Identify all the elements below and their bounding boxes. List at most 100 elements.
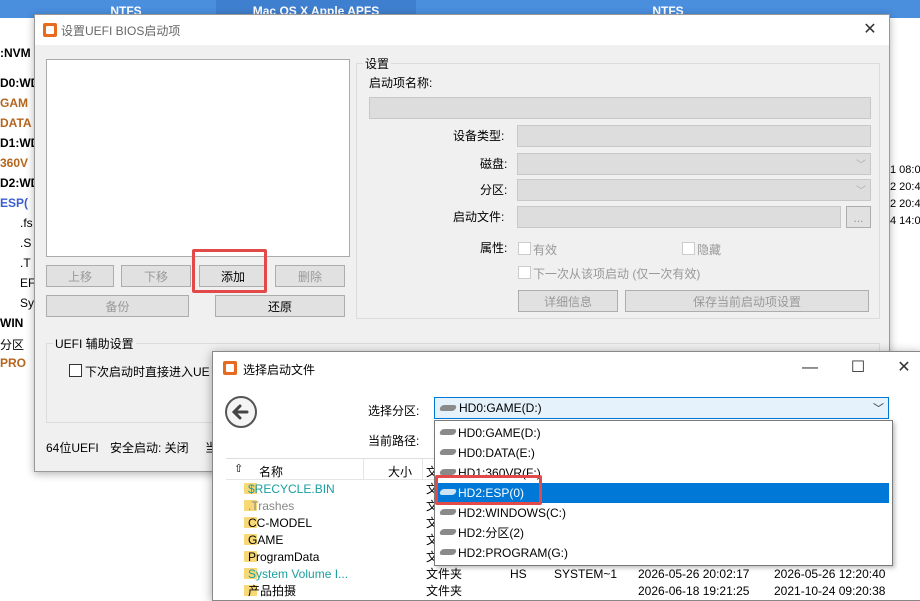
col-divider — [422, 459, 423, 479]
tree-item: 分区 — [0, 338, 25, 352]
file-type: 文件夹 — [426, 567, 463, 581]
dropdown-item[interactable]: HD0:DATA(E:) — [436, 443, 889, 463]
back-arrow-icon[interactable] — [225, 396, 257, 428]
partition-select[interactable]: ﹀ — [517, 179, 871, 201]
browse-button[interactable]: ... — [846, 206, 871, 228]
tree-item: .T — [20, 256, 31, 270]
dropdown-item-label: HD2:分区(2) — [458, 526, 525, 540]
tree-item: .fs — [20, 216, 33, 230]
next-boot-checkbox[interactable] — [518, 266, 531, 279]
dropdown-item-label: HD2:PROGRAM(G:) — [458, 546, 569, 560]
highlight-add — [192, 249, 267, 293]
col-size[interactable]: 大小 — [388, 463, 412, 480]
chevron-down-icon: ﹀ — [873, 403, 884, 415]
dropdown-item[interactable]: HD2:分区(2) — [436, 523, 889, 543]
hidden-checkbox[interactable] — [682, 242, 695, 255]
restore-button[interactable]: 还原 — [215, 295, 345, 317]
attr-label: 属性: — [480, 241, 508, 255]
partition-combobox[interactable]: HD0:GAME(D:) ﹀ — [434, 397, 889, 419]
partition-label: 分区: — [480, 183, 508, 197]
disk-label: 磁盘: — [480, 157, 508, 171]
backup-button[interactable]: 备份 — [46, 295, 189, 317]
dialog-title: 设置UEFI BIOS启动项 — [61, 24, 181, 38]
boot-name-label: 启动项名称: — [369, 76, 433, 90]
valid-label: 有效 — [533, 243, 558, 257]
tree-item: DATA — [0, 116, 32, 130]
move-up-button[interactable]: 上移 — [46, 265, 114, 287]
chevron-down-icon: ﹀ — [856, 186, 866, 197]
drive-icon — [438, 509, 458, 515]
file-modified: 2026-05-26 12:20:40 — [774, 567, 886, 581]
partition-combobox-value: HD0:GAME(D:) — [459, 401, 542, 415]
uefi-direct-checkbox[interactable] — [69, 364, 82, 377]
boot-file-input[interactable] — [517, 206, 841, 228]
current-path-label: 当前路径: — [368, 434, 420, 448]
tree-item: ESP( — [0, 196, 29, 210]
dialog-titlebar: 设置UEFI BIOS启动项 ✕ — [35, 15, 889, 45]
file-row[interactable]: 产品拍摄 文件夹 2026-06-18 19:21:25 2021-10-24 09:… — [226, 583, 920, 600]
dialog-title: 选择启动文件 — [243, 363, 316, 377]
close-icon[interactable]: ✕ — [893, 357, 915, 379]
dropdown-item[interactable]: HD2:PROGRAM(G:) — [436, 543, 889, 563]
drive-icon — [438, 549, 458, 555]
drive-icon — [438, 405, 458, 411]
tree-item: :NVM — [0, 46, 31, 60]
drive-icon — [438, 429, 458, 435]
dropdown-item-label: HD0:GAME(D:) — [458, 426, 541, 440]
sort-up-icon: ⇧ — [234, 463, 244, 475]
file-name: GAME — [248, 533, 284, 547]
settings-label: 设置 — [363, 55, 392, 72]
file-name: CC-MODEL — [248, 516, 313, 530]
tree-item: Sy — [20, 296, 35, 310]
move-down-button[interactable]: 下移 — [121, 265, 191, 287]
maximize-icon[interactable]: ☐ — [847, 357, 869, 379]
boot-name-input[interactable] — [369, 97, 871, 119]
tree-item: .S — [20, 236, 32, 250]
status-secure-boot: 安全启动: 关闭 — [110, 441, 189, 455]
valid-checkbox[interactable] — [518, 242, 531, 255]
dropdown-item-label: HD2:WINDOWS(C:) — [458, 506, 566, 520]
detail-button[interactable]: 详细信息 — [518, 290, 618, 312]
file-created: 2026-05-26 20:02:17 — [638, 567, 750, 581]
hidden-label: 隐藏 — [697, 243, 722, 257]
dropdown-item-label: HD0:DATA(E:) — [458, 446, 535, 460]
file-name: ProgramData — [248, 550, 320, 564]
app-icon — [223, 361, 237, 375]
col-divider — [363, 459, 364, 479]
app-icon — [43, 23, 57, 37]
tree-item: WIN — [0, 316, 24, 330]
tree-item: 360V — [0, 156, 29, 170]
boot-file-label: 启动文件: — [453, 210, 505, 224]
boot-entry-list[interactable] — [46, 59, 350, 257]
dialog-titlebar: 选择启动文件 — ☐ ✕ — [213, 352, 920, 384]
bg-date: 2 20:4 — [890, 181, 920, 193]
file-name: 产品拍摄 — [248, 584, 297, 598]
dropdown-item[interactable]: HD0:GAME(D:) — [436, 423, 889, 443]
tree-item: GAM — [0, 96, 28, 110]
select-boot-file-dialog: 选择启动文件 — ☐ ✕ 选择分区: HD0:GAME(D:) ﹀ 当前路径: … — [212, 351, 920, 601]
file-name: System Volume I... — [248, 567, 349, 581]
file-modified: 2021-10-24 09:20:38 — [774, 584, 886, 598]
highlight-esp — [435, 475, 542, 505]
file-attr: HS — [510, 567, 527, 581]
delete-button[interactable]: 删除 — [275, 265, 345, 287]
uefi-assist-label: UEFI 辅助设置 — [53, 335, 136, 352]
chevron-down-icon: ﹀ — [856, 160, 866, 171]
bg-date: 4 14:0 — [890, 215, 920, 227]
drive-icon — [438, 529, 458, 535]
minimize-icon[interactable]: — — [799, 357, 821, 379]
save-entry-button[interactable]: 保存当前启动项设置 — [625, 290, 869, 312]
device-type-input[interactable] — [517, 125, 871, 147]
col-name[interactable]: 名称 — [259, 463, 283, 480]
close-icon[interactable]: ✕ — [859, 19, 881, 41]
file-row[interactable]: System Volume I... 文件夹 HS SYSTEM~1 2026-05-2… — [226, 566, 920, 583]
select-partition-label: 选择分区: — [368, 404, 420, 418]
uefi-direct-label: 下次启动时直接进入UE — [85, 365, 210, 379]
file-name: .Trashes — [248, 499, 295, 513]
tree-item: PRO — [0, 356, 27, 370]
file-type: 文件夹 — [426, 584, 463, 598]
disk-select[interactable]: ﹀ — [517, 153, 871, 175]
file-created: 2026-06-18 19:21:25 — [638, 584, 750, 598]
bg-date: 2 20:4 — [890, 198, 920, 210]
dropdown-item[interactable]: HD2:WINDOWS(C:) — [436, 503, 889, 523]
